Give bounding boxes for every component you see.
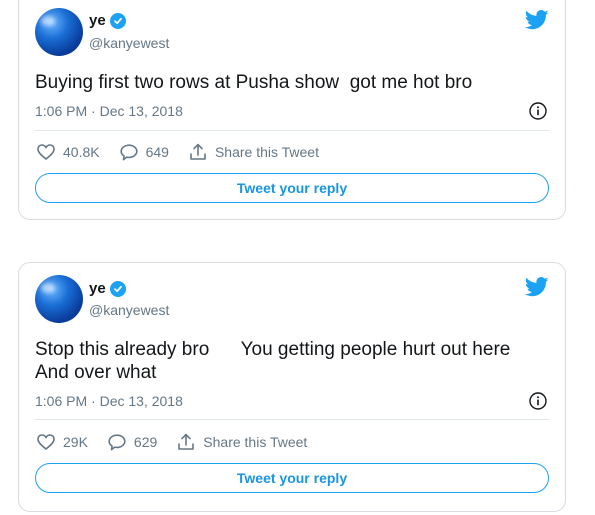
verified-badge-icon [109,12,126,29]
twitter-bird-icon[interactable] [525,277,549,297]
tweet-card: ye @kanyewest Stop this already bro You … [18,262,566,512]
reply-count: 649 [145,144,169,160]
twitter-bird-icon[interactable] [525,10,549,30]
info-icon[interactable] [529,392,547,410]
display-name[interactable]: ye [89,280,106,297]
share-button[interactable]: Share this Tweet [189,143,319,161]
avatar[interactable] [35,275,83,323]
tweet-text: Buying first two rows at Pusha show got … [35,72,473,93]
info-icon[interactable] [529,102,547,120]
avatar[interactable] [35,8,83,56]
share-icon [178,433,195,450]
tweet-text: Stop this already bro You getting people… [35,339,511,383]
tweet-your-reply-button[interactable]: Tweet your reply [35,173,549,203]
share-label: Share this Tweet [203,434,308,450]
reply-button[interactable]: 629 [108,433,158,451]
like-button[interactable]: 40.8K [37,144,100,160]
tweet-card: ye @kanyewest Buying first two rows at P… [18,0,566,220]
like-count: 40.8K [63,144,100,160]
like-button[interactable]: 29K [37,434,88,450]
reply-bubble-icon [119,143,138,160]
reply-button[interactable]: 649 [119,143,169,161]
heart-icon [37,144,55,160]
share-icon [190,143,206,160]
divider [35,130,549,131]
share-label: Share this Tweet [214,144,319,160]
reply-bubble-icon [108,433,126,450]
tweet-timestamp[interactable]: 1:06 PM · Dec 13, 2018 [35,393,183,409]
like-count: 29K [63,434,88,450]
verified-badge-icon [109,280,126,297]
heart-icon [37,434,55,450]
tweet-your-reply-button[interactable]: Tweet your reply [35,463,549,493]
user-handle[interactable]: @kanyewest [89,35,169,51]
display-name[interactable]: ye [89,12,106,29]
divider [35,419,549,420]
share-button[interactable]: Share this Tweet [177,433,307,451]
reply-count: 629 [133,434,158,450]
user-handle[interactable]: @kanyewest [89,302,169,318]
tweet-timestamp[interactable]: 1:06 PM · Dec 13, 2018 [35,103,183,119]
